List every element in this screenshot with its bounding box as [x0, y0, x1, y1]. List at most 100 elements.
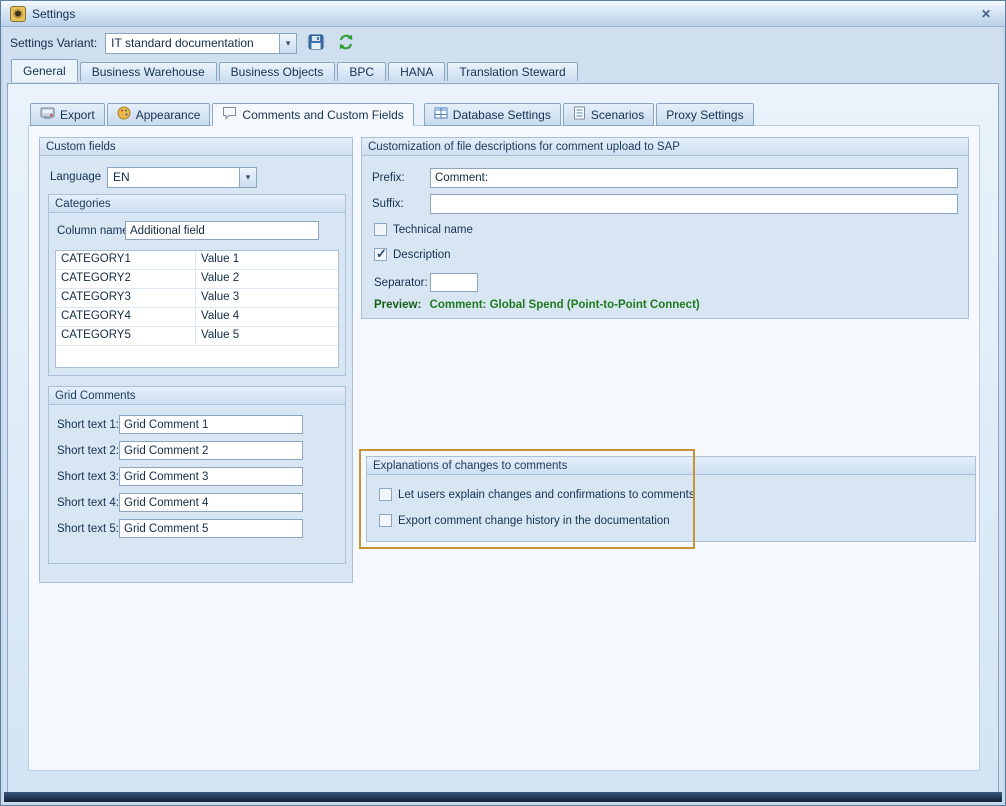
checkbox-label: Let users explain changes and confirmati…	[398, 489, 695, 501]
tab-general[interactable]: General	[11, 59, 78, 82]
grid-comment-row: Short text 2:	[57, 441, 345, 460]
grid-comment-input[interactable]	[119, 493, 303, 512]
tab-bpc[interactable]: BPC	[337, 62, 386, 81]
preview-row: Preview: Comment: Global Spend (Point-to…	[374, 299, 700, 311]
tab-appearance[interactable]: Appearance	[107, 103, 211, 126]
preview-label: Preview:	[374, 299, 421, 311]
table-row[interactable]: CATEGORY3 Value 3	[56, 289, 338, 308]
category-value-cell: Value 5	[196, 327, 338, 345]
palette-icon	[117, 106, 131, 123]
tab-business-warehouse[interactable]: Business Warehouse	[80, 62, 217, 81]
language-label: Language	[50, 171, 101, 183]
table-row[interactable]: CATEGORY5 Value 5	[56, 327, 338, 346]
tab-proxy-settings[interactable]: Proxy Settings	[656, 103, 753, 126]
checkbox-label: Export comment change history in the doc…	[398, 515, 670, 527]
close-button[interactable]: ✕	[976, 6, 996, 22]
explanations-header: Explanations of changes to comments	[367, 457, 975, 475]
tab-label: HANA	[400, 65, 433, 79]
table-row[interactable]: CATEGORY4 Value 4	[56, 308, 338, 327]
group-title: Custom fields	[46, 141, 116, 153]
database-grid-icon	[434, 106, 448, 123]
category-key-cell: CATEGORY3	[56, 289, 196, 307]
customization-header: Customization of file descriptions for c…	[362, 138, 968, 156]
column-name-input[interactable]	[125, 221, 319, 240]
settings-variant-label: Settings Variant:	[10, 36, 97, 50]
grid-comment-row: Short text 4:	[57, 493, 345, 512]
category-value-cell: Value 3	[196, 289, 338, 307]
tab-label: Database Settings	[453, 108, 551, 122]
grid-comment-row: Short text 5:	[57, 519, 345, 538]
tab-translation-steward[interactable]: Translation Steward	[447, 62, 577, 81]
checkbox-icon[interactable]	[379, 488, 392, 501]
suffix-label: Suffix:	[372, 198, 404, 210]
suffix-input[interactable]	[430, 194, 958, 214]
explain-changes-checkbox[interactable]: Let users explain changes and confirmati…	[379, 488, 695, 501]
tab-label: Translation Steward	[459, 65, 565, 79]
title-bar: Settings ✕	[1, 1, 1005, 27]
refresh-button[interactable]	[335, 32, 357, 54]
group-title: Grid Comments	[55, 390, 136, 402]
grid-comment-input[interactable]	[119, 519, 303, 538]
settings-window: Settings ✕ Settings Variant: IT standard…	[0, 0, 1006, 806]
checkbox-icon[interactable]	[379, 514, 392, 527]
checkbox-label: Technical name	[393, 224, 473, 236]
explanations-group: Explanations of changes to comments Let …	[366, 456, 976, 542]
save-button[interactable]	[305, 32, 327, 54]
grid-comments-header: Grid Comments	[49, 387, 345, 405]
tab-scenarios[interactable]: Scenarios	[563, 103, 654, 126]
grid-comment-input[interactable]	[119, 441, 303, 460]
grid-comment-input[interactable]	[119, 467, 303, 486]
prefix-input[interactable]	[430, 168, 958, 188]
description-checkbox[interactable]: Description	[374, 248, 451, 261]
tab-label: Scenarios	[591, 108, 644, 122]
short-text-label: Short text 2:	[57, 445, 119, 457]
export-history-checkbox[interactable]: Export comment change history in the doc…	[379, 514, 670, 527]
short-text-label: Short text 4:	[57, 497, 119, 509]
tab-hana[interactable]: HANA	[388, 62, 445, 81]
settings-variant-combobox[interactable]: IT standard documentation ▾	[105, 33, 297, 54]
tab-business-objects[interactable]: Business Objects	[219, 62, 336, 81]
categories-table: CATEGORY1 Value 1 CATEGORY2 Value 2 CATE…	[55, 250, 339, 368]
tab-comments-and-custom-fields[interactable]: Comments and Custom Fields	[212, 103, 413, 126]
window-bottom-frame	[4, 792, 1002, 802]
grid-comments-body: Short text 1: Short text 2: Short text 3…	[49, 405, 345, 563]
short-text-label: Short text 1:	[57, 419, 119, 431]
document-list-icon	[573, 106, 586, 123]
refresh-arrows-icon	[338, 34, 354, 53]
checkbox-icon[interactable]	[374, 223, 387, 236]
language-combobox[interactable]: EN ▾	[107, 167, 257, 188]
table-row[interactable]: CATEGORY2 Value 2	[56, 270, 338, 289]
short-text-label: Short text 3:	[57, 471, 119, 483]
category-value-cell: Value 4	[196, 308, 338, 326]
tab-strip-gap	[416, 103, 424, 126]
technical-name-checkbox[interactable]: Technical name	[374, 223, 473, 236]
checkbox-label: Description	[393, 249, 451, 261]
comments-and-custom-fields-page: Custom fields Language EN ▾ Categories C…	[28, 125, 980, 771]
category-value-cell: Value 2	[196, 270, 338, 288]
tab-label: Business Objects	[231, 65, 324, 79]
category-value-cell: Value 1	[196, 251, 338, 269]
group-title: Categories	[55, 198, 111, 210]
separator-label: Separator:	[374, 277, 428, 289]
separator-input[interactable]	[430, 273, 478, 292]
tab-database-settings[interactable]: Database Settings	[424, 103, 561, 126]
checkbox-icon[interactable]	[374, 248, 387, 261]
tab-export[interactable]: Export	[30, 103, 105, 126]
customization-group: Customization of file descriptions for c…	[361, 137, 969, 319]
chevron-down-icon[interactable]: ▾	[239, 168, 256, 187]
settings-variant-value: IT standard documentation	[106, 34, 279, 53]
grid-comment-input[interactable]	[119, 415, 303, 434]
preview-value: Comment: Global Spend (Point-to-Point Co…	[430, 299, 700, 311]
main-tab-strip: General Business Warehouse Business Obje…	[1, 59, 1005, 81]
tab-label: BPC	[349, 65, 374, 79]
export-icon	[40, 106, 55, 123]
custom-fields-group: Custom fields Language EN ▾ Categories C…	[39, 137, 353, 583]
short-text-label: Short text 5:	[57, 523, 119, 535]
language-value: EN	[108, 168, 239, 187]
tab-label: Export	[60, 108, 95, 122]
categories-group: Categories Column name: CATEGORY1 Value …	[48, 194, 346, 376]
chevron-down-icon[interactable]: ▾	[279, 34, 296, 53]
group-title: Explanations of changes to comments	[373, 460, 567, 472]
table-row[interactable]: CATEGORY1 Value 1	[56, 251, 338, 270]
column-name-label: Column name:	[57, 225, 132, 237]
